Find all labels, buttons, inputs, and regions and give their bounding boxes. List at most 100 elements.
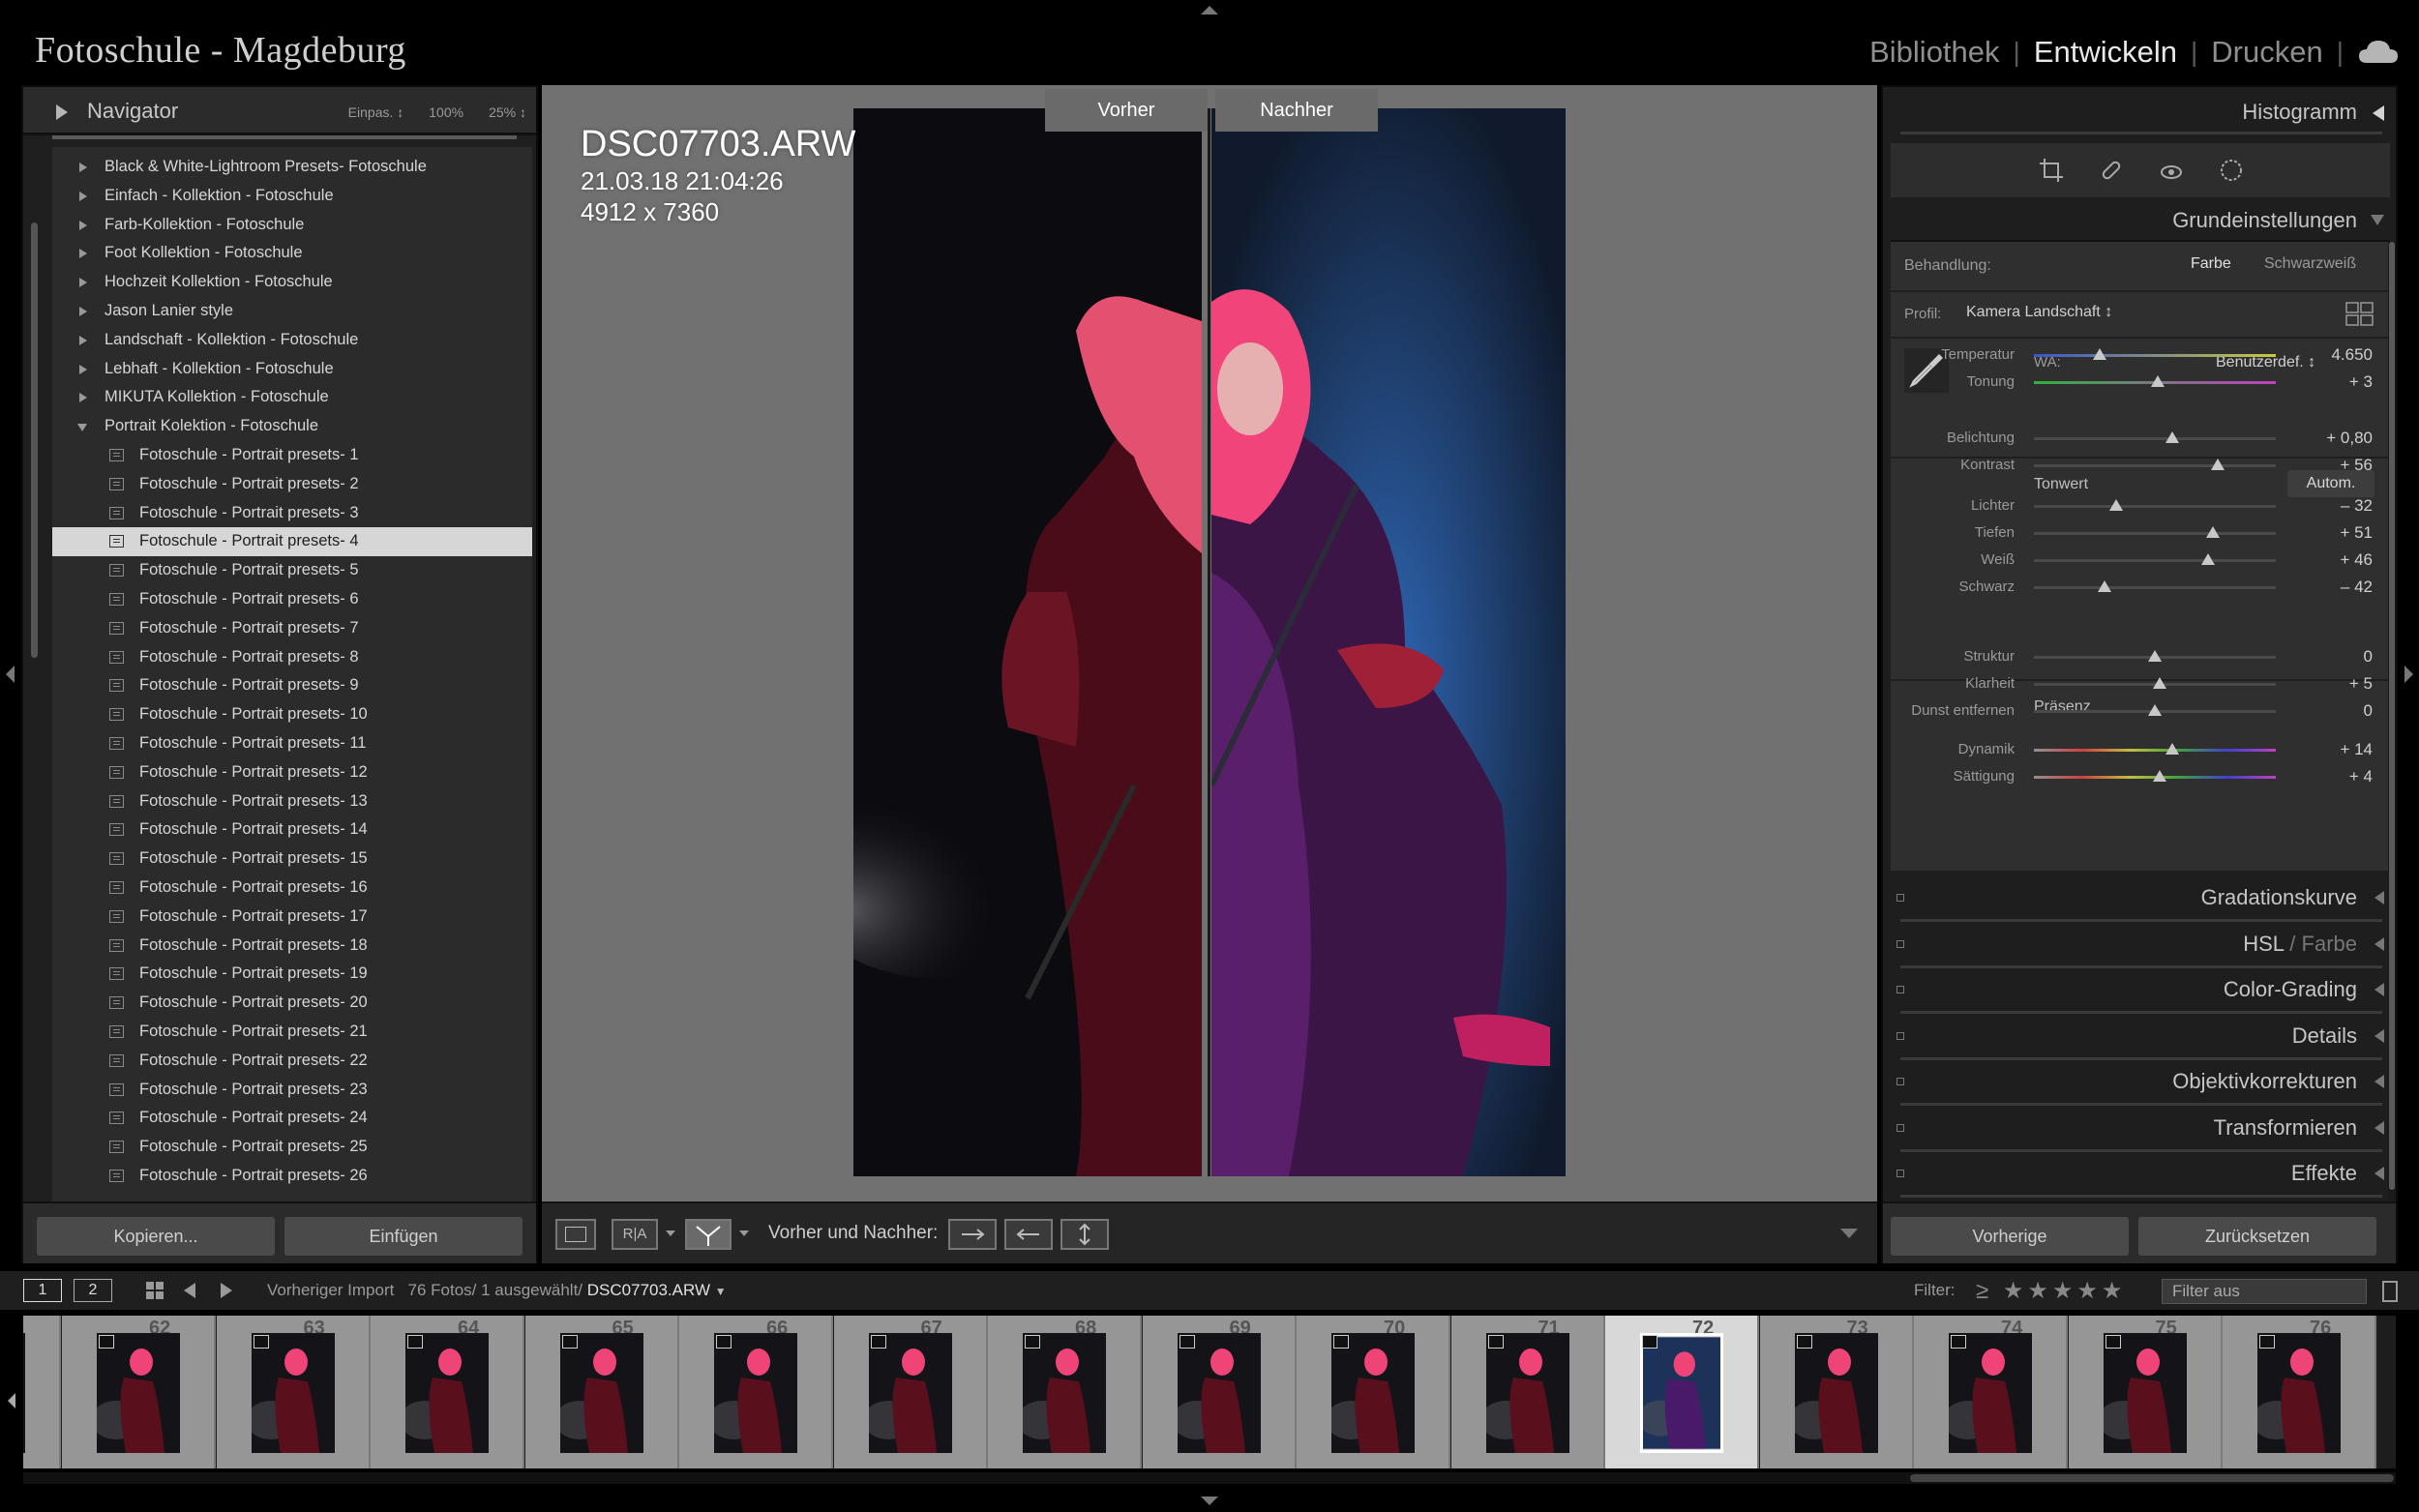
expand-triangle-icon[interactable] bbox=[79, 191, 87, 201]
preset-item[interactable]: Fotoschule - Portrait presets- 12 bbox=[52, 758, 532, 787]
filmstrip-thumbnail[interactable] bbox=[1485, 1333, 1569, 1453]
right-panel-toggle-icon[interactable] bbox=[2404, 666, 2413, 683]
second-window-button[interactable]: 2 bbox=[74, 1279, 112, 1302]
preset-item[interactable]: Fotoschule - Portrait presets- 8 bbox=[52, 643, 532, 672]
filmstrip-cell[interactable]: 74 bbox=[1914, 1316, 2068, 1468]
filmstrip-thumbnail[interactable] bbox=[251, 1333, 335, 1453]
preset-item[interactable]: Fotoschule - Portrait presets- 15 bbox=[52, 845, 532, 874]
expand-triangle-icon[interactable] bbox=[79, 278, 87, 288]
profile-browser-icon[interactable] bbox=[2345, 302, 2374, 327]
filmstrip-cell[interactable]: 62 bbox=[62, 1316, 216, 1468]
preset-item[interactable]: Fotoschule - Portrait presets- 3 bbox=[52, 499, 532, 528]
slider-thumb[interactable] bbox=[2150, 375, 2165, 387]
slider-thumb[interactable] bbox=[2092, 348, 2106, 360]
filmstrip-cell[interactable]: 67 bbox=[833, 1316, 988, 1468]
preset-group[interactable]: Farb-Kollektion - Fotoschule bbox=[52, 211, 532, 240]
slider-track[interactable] bbox=[2034, 505, 2276, 508]
slider-value[interactable]: – 32 bbox=[2341, 496, 2373, 516]
expand-triangle-icon[interactable] bbox=[2374, 1167, 2384, 1180]
filter-lock-icon[interactable] bbox=[2382, 1281, 2398, 1302]
slider-value[interactable]: + 0,80 bbox=[2326, 429, 2373, 448]
slider-track[interactable] bbox=[2034, 437, 2276, 440]
expand-triangle-icon[interactable] bbox=[2374, 891, 2384, 904]
preset-group[interactable]: Lebhaft - Kollektion - Fotoschule bbox=[52, 355, 532, 384]
slider-thumb[interactable] bbox=[2153, 677, 2166, 689]
grid-view-icon[interactable] bbox=[145, 1281, 164, 1300]
filmstrip-thumbnail[interactable] bbox=[97, 1333, 180, 1453]
preset-group[interactable]: Jason Lanier style bbox=[52, 297, 532, 326]
filmstrip-thumbnail[interactable] bbox=[1949, 1333, 2032, 1453]
expand-triangle-icon[interactable] bbox=[2374, 936, 2384, 951]
filmstrip-cell[interactable]: 75 bbox=[2068, 1316, 2223, 1468]
preset-item[interactable]: Fotoschule - Portrait presets- 5 bbox=[52, 556, 532, 585]
copy-after-to-before-button[interactable] bbox=[1004, 1219, 1053, 1250]
preset-item[interactable]: Fotoschule - Portrait presets- 16 bbox=[52, 874, 532, 903]
preset-item[interactable]: Fotoschule - Portrait presets- 6 bbox=[52, 585, 532, 614]
filmstrip-cell[interactable]: 63 bbox=[216, 1316, 371, 1468]
slider-thumb[interactable] bbox=[2109, 499, 2123, 511]
preset-item[interactable]: Fotoschule - Portrait presets- 7 bbox=[52, 614, 532, 643]
after-photo[interactable] bbox=[1211, 108, 1566, 1176]
slider-thumb[interactable] bbox=[2165, 431, 2179, 443]
reset-button[interactable]: Zurücksetzen bbox=[2138, 1217, 2376, 1256]
filmstrip-scroll-left-icon[interactable] bbox=[8, 1393, 15, 1408]
preset-group[interactable]: Einfach - Kollektion - Fotoschule bbox=[52, 182, 532, 211]
module-drucken[interactable]: Drucken bbox=[2197, 35, 2336, 70]
expand-triangle-icon[interactable] bbox=[79, 220, 87, 230]
right-panel-scrollbar[interactable] bbox=[2388, 242, 2396, 1200]
copy-button[interactable]: Kopieren... bbox=[37, 1217, 275, 1256]
expand-triangle-icon[interactable] bbox=[2374, 1120, 2384, 1135]
previous-settings-button[interactable]: Vorherige bbox=[1891, 1217, 2129, 1256]
section-header[interactable]: Gradationskurve bbox=[1891, 878, 2390, 917]
filmstrip-thumbnail[interactable] bbox=[1023, 1333, 1106, 1453]
navigator-header[interactable]: Navigator Einpas. ↕ 100% 25% ↕ bbox=[23, 87, 536, 135]
next-arrow-icon[interactable] bbox=[221, 1283, 232, 1298]
loupe-view-button[interactable] bbox=[555, 1219, 596, 1250]
filmstrip-thumbnail[interactable] bbox=[2103, 1333, 2187, 1453]
chevron-down-icon[interactable] bbox=[739, 1230, 749, 1236]
module-bibliothek[interactable]: Bibliothek bbox=[1856, 35, 2013, 70]
filmstrip-cell[interactable]: 71 bbox=[1450, 1316, 1605, 1468]
preset-group[interactable]: MIKUTA Kollektion - Fotoschule bbox=[52, 383, 532, 412]
filmstrip-thumbnail[interactable] bbox=[559, 1333, 643, 1453]
section-header[interactable]: Effekte bbox=[1891, 1154, 2390, 1193]
module-entwickeln[interactable]: Entwickeln bbox=[2020, 35, 2191, 70]
top-panel-toggle-icon[interactable] bbox=[1201, 6, 1218, 15]
expand-triangle-icon[interactable] bbox=[2374, 1028, 2384, 1043]
split-view-button[interactable] bbox=[685, 1219, 732, 1250]
preset-item[interactable]: Fotoschule - Portrait presets- 26 bbox=[52, 1162, 532, 1191]
previous-arrow-icon[interactable] bbox=[184, 1283, 195, 1298]
before-photo[interactable] bbox=[853, 108, 1202, 1176]
treatment-bw-option[interactable]: Schwarzweiß bbox=[2264, 255, 2356, 273]
toolbar-menu-icon[interactable] bbox=[1840, 1229, 1858, 1238]
expand-triangle-icon[interactable] bbox=[2374, 983, 2384, 996]
filmstrip-cell[interactable]: 66 bbox=[679, 1316, 833, 1468]
preset-item[interactable]: Fotoschule - Portrait presets- 24 bbox=[52, 1104, 532, 1133]
panel-switch-icon[interactable] bbox=[1896, 1123, 1904, 1132]
slider-thumb[interactable] bbox=[2211, 459, 2225, 470]
profile-select[interactable]: Kamera Landschaft ↕ bbox=[1966, 304, 2112, 321]
preset-item[interactable]: Fotoschule - Portrait presets- 4 bbox=[52, 527, 532, 557]
left-panel-toggle-icon[interactable] bbox=[6, 666, 15, 683]
preset-group[interactable]: Foot Kollektion - Fotoschule bbox=[52, 239, 532, 268]
cloud-icon[interactable] bbox=[2357, 38, 2400, 67]
filmstrip-thumbnail[interactable] bbox=[405, 1333, 489, 1453]
hsl-color-mode[interactable]: Farbe bbox=[2302, 932, 2357, 956]
slider-track[interactable] bbox=[2034, 586, 2276, 589]
chevron-down-icon[interactable] bbox=[666, 1230, 675, 1236]
expand-triangle-icon[interactable] bbox=[56, 104, 68, 120]
preset-group[interactable]: Portrait Kolektion - Fotoschule bbox=[52, 412, 532, 441]
zoom-100-option[interactable]: 100% bbox=[429, 104, 463, 120]
zoom-25-option[interactable]: 25% ↕ bbox=[489, 104, 526, 120]
treatment-color-option[interactable]: Farbe bbox=[2191, 255, 2231, 273]
filmstrip-cell[interactable]: 70 bbox=[1297, 1316, 1450, 1468]
basic-collapse-icon[interactable] bbox=[2371, 215, 2384, 225]
slider-track[interactable] bbox=[2034, 559, 2276, 562]
slider-value[interactable]: + 5 bbox=[2349, 674, 2373, 694]
slider-value[interactable]: + 56 bbox=[2340, 456, 2373, 475]
slider-track[interactable] bbox=[2034, 464, 2276, 467]
section-header[interactable]: Details bbox=[1891, 1017, 2390, 1055]
slider-value[interactable]: 0 bbox=[2364, 647, 2373, 667]
slider-value[interactable]: + 3 bbox=[2349, 372, 2373, 392]
preset-item[interactable]: Fotoschule - Portrait presets- 13 bbox=[52, 787, 532, 816]
